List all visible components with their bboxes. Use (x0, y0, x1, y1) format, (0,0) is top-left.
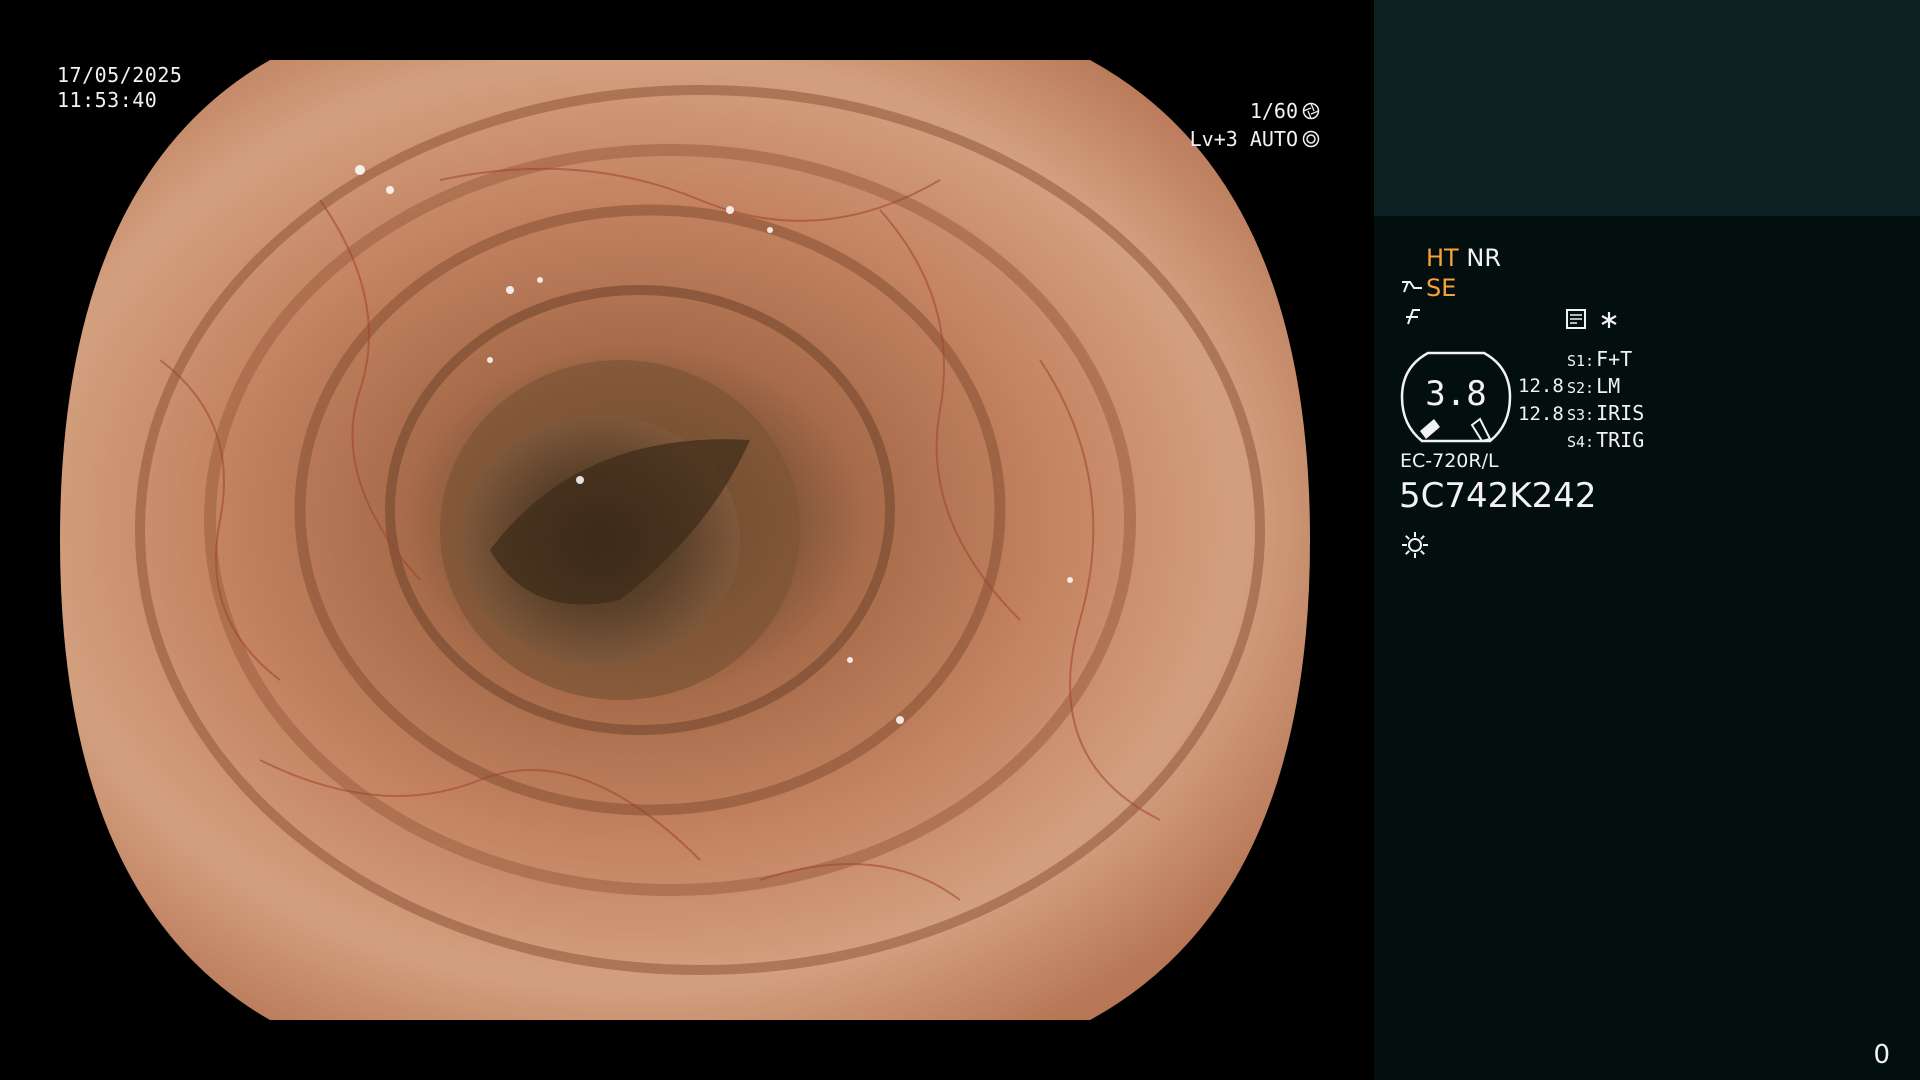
light-source-icon (1402, 532, 1428, 558)
gauge-value: 3.8 (1425, 374, 1487, 414)
info-panel-header (1374, 0, 1920, 216)
light-level: Lv+3 AUTO (1189, 127, 1298, 151)
mode-se: SE (1426, 274, 1457, 302)
aperture-icon (1302, 102, 1320, 120)
switch-1: S1: F+T (1567, 347, 1644, 374)
scope-serial: 5C742K242 (1399, 476, 1597, 516)
auto-iris-icon (1302, 130, 1320, 148)
mode-nr: NR (1466, 244, 1501, 272)
gauge-readouts: 12.8 12.8 (1518, 372, 1564, 428)
exposure-readout: 1/60 Lv+3 AUTO (1190, 97, 1320, 153)
switch-key: S3: (1567, 406, 1595, 424)
time-text: 11:53:40 (57, 88, 158, 112)
shutter-row: 1/60 (1190, 97, 1320, 125)
switch-4: S4: TRIG (1567, 428, 1644, 455)
gauge-readout-2: 12.8 (1518, 403, 1564, 425)
datetime-readout: 17/05/2025 11:53:40 (57, 63, 182, 113)
switch-value: LM (1596, 374, 1621, 398)
shutter-speed: 1/60 (1249, 99, 1298, 123)
info-panel (1374, 0, 1920, 1080)
switch-3: S3: IRIS (1567, 401, 1644, 428)
mode-line-ht-nr: HT NR (1426, 243, 1501, 273)
switch-key: S4: (1567, 433, 1595, 451)
switch-value: IRIS (1596, 401, 1645, 425)
switch-key: S2: (1567, 379, 1595, 397)
switch-value: TRIG (1596, 428, 1645, 452)
asterisk-icon (1601, 312, 1617, 328)
endoscopy-monitor: 17/05/2025 11:53:40 1/60 Lv+3 AUTO HT NR (0, 0, 1920, 1080)
switch-key: S1: (1567, 352, 1595, 370)
record-icon (1566, 309, 1586, 329)
mode-ht: HT (1426, 244, 1459, 272)
structure-enhance-icon (1406, 309, 1420, 325)
scope-switch-list: S1: F+T S2: LM S3: IRIS S4: TRIG (1567, 347, 1644, 455)
colon-lumen-image (60, 60, 1310, 1020)
date-text: 17/05/2025 (57, 63, 183, 87)
mode-line-se: SE (1400, 273, 1456, 303)
scope-tip-icon (1402, 281, 1422, 293)
switch-value: F+T (1596, 347, 1633, 371)
switch-2: S2: LM (1567, 374, 1644, 401)
image-counter: 0 (1873, 1040, 1890, 1070)
scope-model: EC-720R/L (1400, 450, 1499, 472)
gauge-readout-1: 12.8 (1518, 375, 1564, 397)
endoscopic-image (60, 60, 1310, 1020)
light-level-row: Lv+3 AUTO (1190, 125, 1320, 153)
